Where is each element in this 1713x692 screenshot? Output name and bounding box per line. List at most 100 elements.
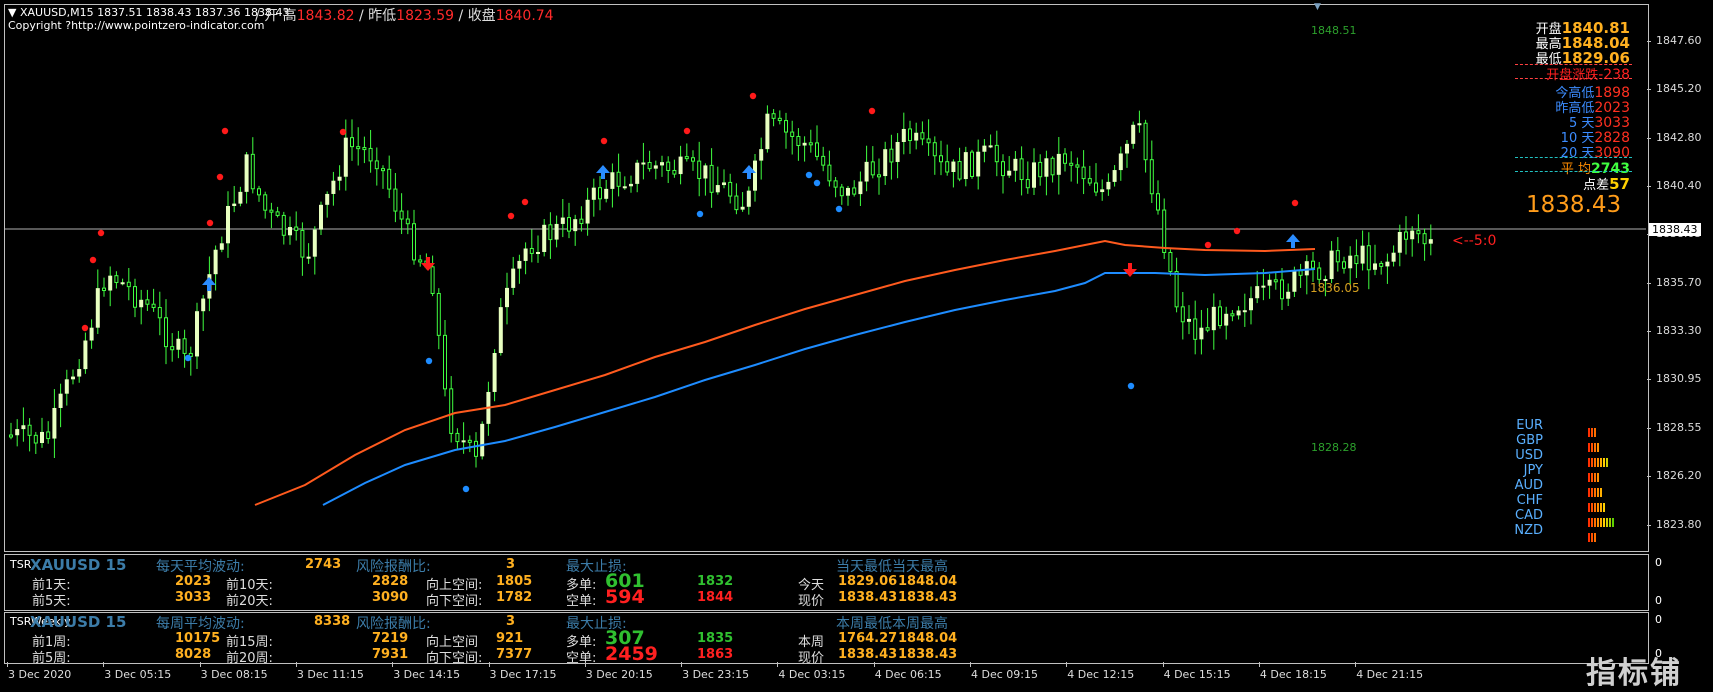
candle-body-bull	[1410, 230, 1415, 240]
candle-body-bear	[467, 439, 472, 443]
candle-body-bear	[350, 137, 354, 148]
high-marker-triangle-icon: ▼	[1314, 2, 1321, 12]
candle-body-bull	[1428, 239, 1433, 244]
panel2-row2-value2: 7931	[372, 647, 409, 662]
strength-bar	[1597, 503, 1599, 512]
candle-body-bear	[1317, 267, 1322, 280]
time-axis-tick	[7, 662, 8, 667]
ticker-value-low: 1823.59	[396, 8, 455, 24]
panel1-risk-value: 3	[506, 557, 516, 572]
candle-body-bull	[573, 219, 578, 232]
currency-strength-bars	[1588, 452, 1609, 467]
panel1-row1-value: 2023	[175, 574, 212, 589]
candle-body-bear	[145, 299, 150, 305]
high-level-label: 1848.51	[1311, 24, 1357, 37]
ticker-sep-1: /	[358, 8, 364, 24]
candle-body-bear	[672, 169, 677, 175]
candle-body-bull	[306, 256, 311, 259]
candle-body-bull	[914, 132, 919, 141]
candle-body-bear	[790, 131, 795, 137]
strength-bar	[1600, 518, 1602, 527]
candle-body-bull	[1385, 261, 1390, 267]
candle-body-bull	[238, 191, 243, 204]
candle-body-bull	[722, 182, 726, 186]
panel1-scale-bot: 0	[1655, 594, 1662, 607]
candle-body-bear	[889, 148, 894, 163]
candle-body-bull	[604, 188, 609, 199]
panel2-risk-label: 风险报酬比:	[356, 616, 431, 632]
ticker-sep-2: /	[458, 8, 464, 24]
current-price-big: 1838.43	[1526, 192, 1622, 218]
ticker-label-low: 昨低	[368, 8, 397, 24]
candle-body-bear	[362, 147, 367, 151]
candlestick-chart[interactable]	[5, 5, 1646, 550]
time-axis-label: 4 Dec 21:15	[1356, 668, 1424, 681]
panel2-row2-label2: 前20周:	[226, 651, 273, 666]
buy-arrow-icon	[596, 165, 610, 179]
blue-signal-dot	[696, 210, 704, 218]
panel1-row1-value2: 2828	[372, 574, 409, 589]
strength-bar	[1603, 458, 1605, 467]
panel1-row2-value: 3033	[175, 590, 212, 605]
moving-average-orange	[254, 239, 1316, 506]
red-signal-dot	[683, 127, 691, 135]
panel1-avg-label: 每天平均波动:	[156, 559, 245, 575]
candle-body-bull	[1199, 327, 1204, 340]
candle-body-bear	[839, 186, 844, 197]
time-axis-tick	[1355, 662, 1357, 667]
candle-body-bear	[443, 334, 447, 390]
strength-bar	[1588, 428, 1590, 437]
price-axis-label: 1847.60	[1656, 34, 1702, 47]
candle-body-bull	[660, 162, 664, 166]
candle-body-bear	[1404, 231, 1408, 240]
candle-body-bear	[1205, 327, 1210, 331]
candle-body-bear	[368, 147, 373, 162]
blue-signal-dot	[835, 205, 843, 213]
candle-body-bull	[1242, 310, 1247, 313]
chart-menu-triangle-icon[interactable]: ▼	[8, 6, 16, 19]
candle-body-bear	[1342, 261, 1346, 269]
candle-body-bear	[182, 338, 187, 354]
panel2-row2-dir: 向下空间:	[426, 651, 483, 666]
currency-label: CAD	[1515, 508, 1543, 523]
candle-body-bull	[1373, 263, 1377, 270]
candle-body-bear	[1298, 270, 1303, 276]
time-axis-label: 3 Dec 05:15	[104, 668, 172, 681]
candle-body-bear	[1162, 209, 1167, 253]
low-level-label: 1828.28	[1311, 441, 1357, 454]
panel1-row2-order: 空单:	[566, 594, 597, 609]
candle-body-bear	[579, 218, 584, 225]
candle-body-bull	[591, 187, 596, 200]
candle-body-bull	[746, 190, 751, 207]
price-axis-tick	[1647, 427, 1651, 429]
panel2-avg-value: 8338	[314, 614, 351, 629]
blue-signal-dot	[1127, 382, 1135, 390]
time-axis-label: 4 Dec 03:15	[778, 668, 846, 681]
red-signal-dot	[206, 219, 214, 227]
candle-body-bull	[963, 152, 968, 180]
strength-bar	[1603, 518, 1605, 527]
candle-body-bull	[1255, 286, 1260, 299]
candle-body-bull	[120, 282, 125, 285]
price-axis-tick	[1647, 282, 1651, 284]
strength-bar	[1603, 503, 1605, 512]
price-axis-label: 1845.20	[1656, 82, 1702, 96]
panel2-row2-order: 空单:	[566, 651, 597, 666]
candle-body-bear	[1001, 161, 1005, 177]
info-row: 点差57	[1583, 174, 1630, 193]
strength-bar	[1594, 503, 1596, 512]
candle-body-bull	[629, 183, 633, 187]
strength-bar	[1609, 518, 1611, 527]
time-axis-label: 4 Dec 12:15	[1067, 668, 1135, 681]
candle-body-bull	[554, 223, 559, 240]
candle-body-bear	[1273, 279, 1278, 283]
candle-body-bear	[529, 248, 534, 254]
time-axis-tick	[873, 662, 875, 667]
candle-body-bear	[815, 142, 819, 157]
panel1-row2-hi: 1838.43	[898, 590, 958, 605]
price-axis-tick	[1647, 89, 1651, 91]
candle-body-bear	[1168, 251, 1173, 273]
red-signal-dot	[1233, 227, 1241, 235]
candle-body-bear	[157, 307, 162, 319]
candle-body-bear	[666, 161, 671, 171]
